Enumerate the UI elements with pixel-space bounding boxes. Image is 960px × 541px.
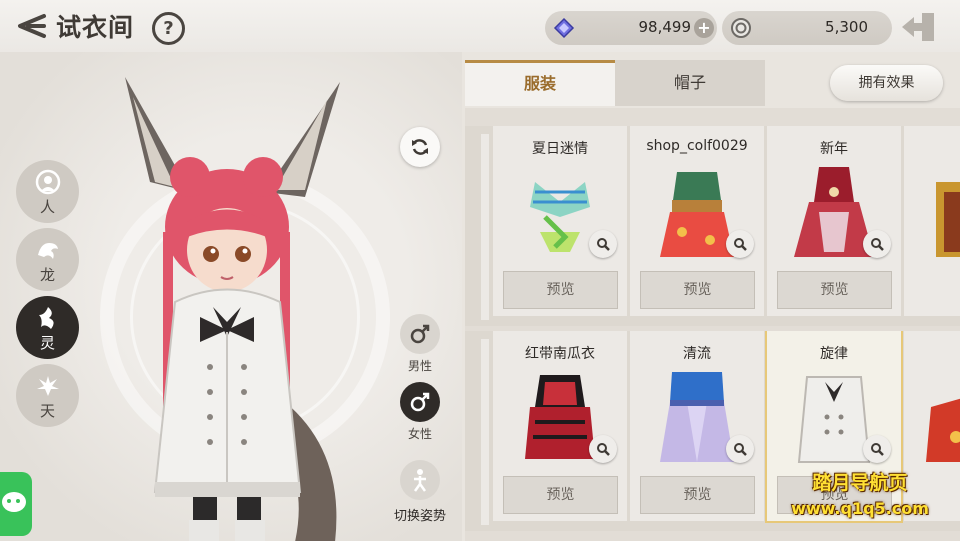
gem-currency: 98,499 +: [545, 11, 717, 45]
zoom-button[interactable]: [863, 230, 891, 258]
gem-icon: [553, 17, 575, 39]
card-edge: [481, 134, 489, 320]
item-name: shop_colf0029: [646, 138, 748, 154]
search-icon: [871, 443, 884, 456]
race-button-spirit[interactable]: 灵: [16, 296, 79, 359]
chat-icon: [2, 492, 26, 512]
item-card-selected[interactable]: 旋律 预览: [765, 331, 903, 523]
gem-amount: 98,499: [638, 18, 692, 36]
item-card[interactable]: shop_colf0029 预览: [630, 126, 764, 316]
item-grid[interactable]: 夏日迷情 预览 shop_colf0029 预览 新年 预览 红带南瓜衣 预览 …: [465, 108, 960, 541]
card-edge: [481, 339, 489, 525]
item-card[interactable]: 清流 预览: [630, 331, 764, 521]
coin-icon: [731, 18, 751, 38]
race-label-dragon: 龙: [39, 266, 55, 284]
preview-button[interactable]: 预览: [640, 476, 755, 514]
race-button-heaven[interactable]: 天: [16, 364, 79, 427]
race-label-spirit: 灵: [39, 334, 55, 352]
refresh-icon: [412, 139, 428, 155]
search-icon: [871, 238, 884, 251]
preview-button[interactable]: 预览: [640, 271, 755, 309]
race-label-heaven: 天: [39, 402, 55, 420]
preview-button[interactable]: 预览: [777, 476, 892, 514]
male-label: 男性: [407, 359, 432, 373]
grid-row: 红带南瓜衣 预览 清流 预览 旋律 预览: [465, 331, 960, 531]
switch-pose-button[interactable]: 切换姿势: [388, 460, 452, 524]
top-bar: 试衣间 ? 98,499 + 5,300: [0, 0, 960, 52]
item-card[interactable]: 夏日迷情 预览: [493, 126, 627, 316]
preview-button[interactable]: 预览: [503, 271, 618, 309]
gold-outfit-image: [936, 182, 960, 257]
item-card[interactable]: 红带南瓜衣 预览: [493, 331, 627, 521]
search-icon: [734, 443, 747, 456]
page-title: 试衣间: [56, 13, 135, 42]
preview-button[interactable]: 预览: [503, 476, 618, 514]
exit-icon[interactable]: [900, 11, 938, 43]
item-card[interactable]: 新年 预览: [767, 126, 901, 316]
chat-button[interactable]: [0, 472, 32, 536]
item-name: 新年: [820, 141, 848, 157]
search-icon: [734, 238, 747, 251]
dragon-icon: [38, 243, 58, 259]
help-button[interactable]: ?: [152, 12, 185, 45]
race-button-dragon[interactable]: 龙: [16, 228, 79, 291]
race-button-human[interactable]: 人: [16, 160, 79, 223]
character-stage[interactable]: 人 龙 灵 天 男性 女性 切换姿势: [0, 52, 462, 541]
wardrobe-panel: 服装 帽子 拥有效果 夏日迷情 预览 shop_colf0029 预览 新年 预…: [465, 60, 960, 541]
zoom-button[interactable]: [589, 230, 617, 258]
zoom-button[interactable]: [589, 435, 617, 463]
male-button[interactable]: 男性: [400, 314, 440, 374]
preview-button[interactable]: 预览: [777, 271, 892, 309]
refresh-button[interactable]: [400, 127, 440, 167]
coin-currency: 5,300: [722, 11, 892, 45]
female-button[interactable]: 女性: [400, 382, 440, 442]
red-outfit-image: [926, 398, 960, 462]
race-label-human: 人: [39, 198, 55, 216]
zoom-button[interactable]: [726, 435, 754, 463]
back-arrow-icon[interactable]: [10, 12, 48, 40]
item-name: 清流: [683, 346, 711, 362]
spirit-icon: [39, 307, 54, 329]
zoom-button[interactable]: [863, 435, 891, 463]
owned-effects-button[interactable]: 拥有效果: [830, 65, 943, 101]
character-model: [125, 77, 340, 541]
female-label: 女性: [407, 427, 432, 441]
female-icon: [400, 382, 440, 422]
grid-row: 夏日迷情 预览 shop_colf0029 预览 新年 预览: [465, 126, 960, 326]
item-name: 旋律: [820, 346, 848, 362]
human-icon: [35, 169, 61, 195]
male-icon: [400, 314, 440, 354]
heaven-icon: [37, 376, 59, 396]
item-card[interactable]: 衣: [904, 126, 960, 316]
search-icon: [597, 443, 610, 456]
add-currency-button[interactable]: +: [694, 18, 714, 38]
coin-amount: 5,300: [825, 18, 868, 36]
zoom-button[interactable]: [726, 230, 754, 258]
search-icon: [597, 238, 610, 251]
tab-hat[interactable]: 帽子: [615, 60, 765, 106]
switch-pose-label: 切换姿势: [393, 509, 446, 524]
item-name: 红带南瓜衣: [525, 346, 595, 362]
item-name: 衣: [904, 138, 960, 158]
pose-icon: [400, 460, 440, 500]
tab-costume[interactable]: 服装: [465, 60, 615, 106]
item-card[interactable]: [904, 331, 960, 521]
item-name: 夏日迷情: [532, 141, 588, 157]
